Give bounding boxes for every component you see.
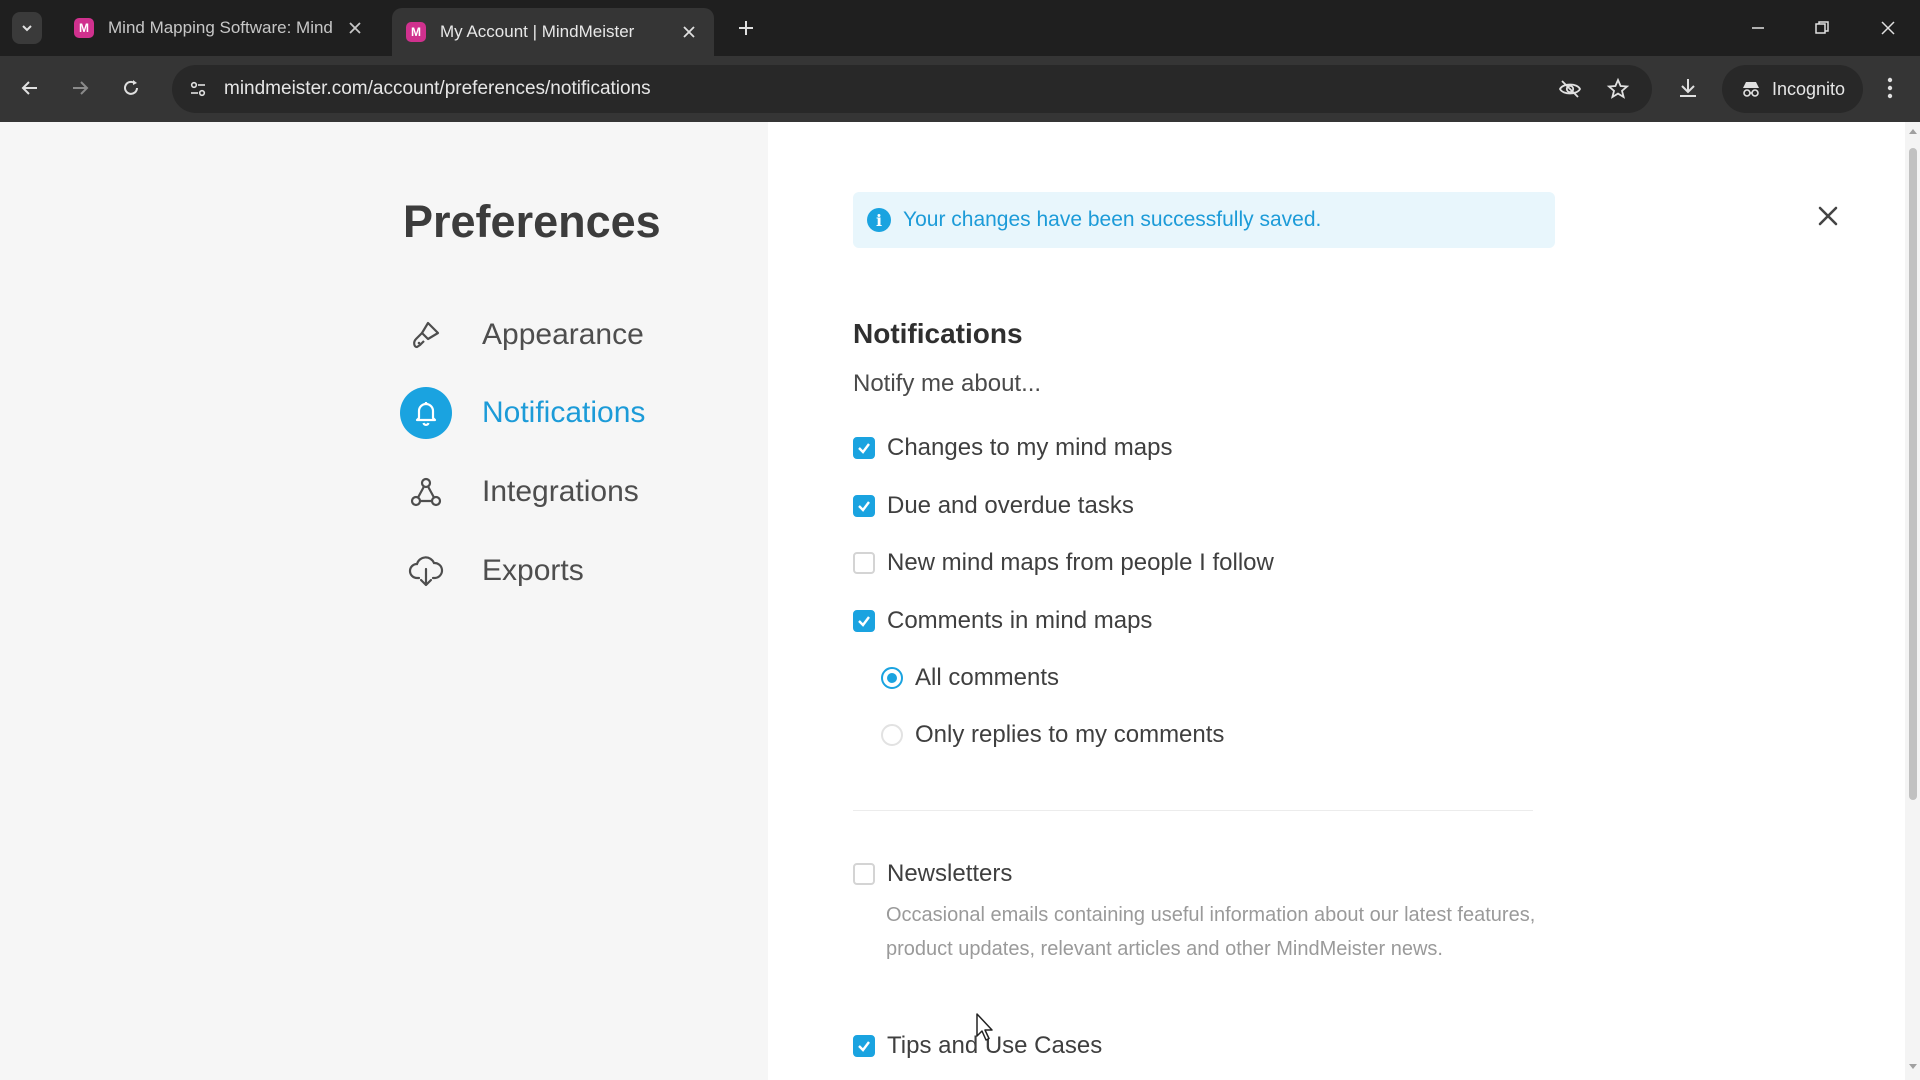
eye-off-icon[interactable]: [1556, 75, 1584, 103]
mindmeister-favicon-icon: M: [406, 22, 426, 42]
info-icon: i: [867, 208, 891, 232]
reload-icon: [124, 80, 138, 95]
page-scrollbar[interactable]: [1905, 122, 1920, 1080]
downloads-button[interactable]: [1670, 70, 1706, 106]
url-text[interactable]: mindmeister.com/account/preferences/noti…: [224, 78, 651, 100]
section-divider: [853, 810, 1533, 811]
sidebar-item-label: Exports: [482, 554, 584, 587]
checkbox-checked[interactable]: [853, 437, 875, 459]
site-settings-icon[interactable]: [182, 73, 214, 105]
more-vertical-icon: [1887, 77, 1893, 99]
radio-all-comments[interactable]: All comments: [881, 664, 1059, 692]
minimize-icon: [1752, 27, 1764, 29]
option-label: Due and overdue tasks: [887, 492, 1134, 519]
bookmark-star-icon[interactable]: [1604, 75, 1632, 103]
tab-title: My Account | MindMeister: [440, 22, 635, 41]
sidebar-item-notifications[interactable]: Notifications: [400, 385, 645, 441]
notify-intro-text: Notify me about...: [853, 370, 1042, 397]
section-title: Notifications: [853, 318, 1023, 349]
check-icon: [858, 443, 870, 454]
newsletters-description: Occasional emails containing useful info…: [886, 904, 1536, 960]
notifications-panel: i Your changes have been successfully sa…: [768, 122, 1905, 1080]
incognito-indicator[interactable]: Incognito: [1722, 65, 1864, 113]
checkbox-checked[interactable]: [853, 610, 875, 632]
tab-title: Mind Mapping Software: Mind: [108, 18, 333, 37]
new-tab-button[interactable]: [732, 14, 760, 42]
checkbox-unchecked[interactable]: [853, 863, 875, 885]
mouse-pointer-icon: [976, 1013, 993, 1041]
bell-icon: [400, 387, 452, 439]
incognito-label: Incognito: [1772, 78, 1846, 99]
scroll-down-icon[interactable]: [1908, 1062, 1918, 1072]
restore-window-button[interactable]: [1798, 8, 1846, 48]
forward-button[interactable]: [62, 70, 98, 106]
paint-brush-icon: [400, 309, 452, 361]
close-icon: [1881, 21, 1895, 35]
tab-my-account[interactable]: M My Account | MindMeister: [392, 8, 714, 56]
option-comments-in-mind-maps[interactable]: Comments in mind maps: [853, 607, 1152, 635]
close-preferences-button[interactable]: [1808, 196, 1848, 236]
sidebar-item-label: Notifications: [482, 396, 646, 429]
option-newsletters[interactable]: Newsletters: [853, 860, 1012, 888]
option-new-mind-maps-followed[interactable]: New mind maps from people I follow: [853, 549, 1274, 577]
checkbox-checked[interactable]: [853, 1035, 875, 1057]
scrollbar-thumb[interactable]: [1909, 148, 1917, 800]
check-icon: [858, 1041, 870, 1052]
address-bar[interactable]: mindmeister.com/account/preferences/noti…: [172, 65, 1652, 113]
tab-search-button[interactable]: [12, 12, 42, 44]
checkbox-checked[interactable]: [853, 495, 875, 517]
page-title: Preferences: [403, 196, 661, 247]
mindmeister-favicon-icon: M: [74, 18, 94, 38]
arrow-right-icon: [73, 81, 89, 95]
option-label: Newsletters: [887, 860, 1013, 887]
back-button[interactable]: [12, 70, 48, 106]
browser-toolbar: mindmeister.com/account/preferences/noti…: [0, 56, 1920, 122]
close-window-button[interactable]: [1864, 8, 1912, 48]
radio-only-replies[interactable]: Only replies to my comments: [881, 721, 1224, 749]
download-icon: [1680, 79, 1696, 97]
minimize-window-button[interactable]: [1734, 8, 1782, 48]
option-label: All comments: [915, 664, 1060, 691]
tab-mind-mapping-software[interactable]: M Mind Mapping Software: Mind: [60, 8, 380, 48]
option-label: Only replies to my comments: [915, 721, 1225, 748]
sidebar-item-label: Appearance: [482, 318, 644, 351]
option-label: Comments in mind maps: [887, 607, 1153, 634]
checkbox-unchecked[interactable]: [853, 552, 875, 574]
sidebar-item-label: Integrations: [482, 475, 639, 508]
success-banner: i Your changes have been successfully sa…: [853, 192, 1555, 248]
radio-selected[interactable]: [881, 667, 903, 689]
close-tab-icon[interactable]: [678, 21, 700, 43]
restore-icon: [1815, 21, 1829, 34]
success-message: Your changes have been successfully save…: [903, 208, 1322, 231]
option-changes-to-mind-maps[interactable]: Changes to my mind maps: [853, 434, 1172, 462]
option-due-overdue-tasks[interactable]: Due and overdue tasks: [853, 492, 1134, 520]
reload-button[interactable]: [113, 70, 149, 106]
check-icon: [858, 501, 870, 512]
sidebar-item-integrations[interactable]: Integrations: [400, 464, 639, 520]
check-icon: [858, 616, 870, 627]
sidebar-item-exports[interactable]: Exports: [400, 543, 584, 599]
sidebar-item-appearance[interactable]: Appearance: [400, 307, 644, 363]
preferences-page: Preferences Appearance Notifications Int…: [0, 122, 1920, 1080]
option-label: Changes to my mind maps: [887, 434, 1173, 461]
close-icon: [1818, 206, 1838, 226]
incognito-icon: [1743, 82, 1759, 97]
browser-tab-strip: M Mind Mapping Software: Mind M My Accou…: [0, 0, 1920, 56]
close-tab-icon[interactable]: [344, 17, 366, 39]
arrow-left-icon: [21, 81, 37, 95]
cloud-download-icon: [400, 545, 452, 597]
nodes-icon: [400, 466, 452, 518]
preferences-sidebar: Preferences Appearance Notifications Int…: [0, 122, 768, 1080]
radio-unselected[interactable]: [881, 724, 903, 746]
plus-icon: [739, 21, 753, 35]
scroll-up-icon[interactable]: [1908, 126, 1918, 136]
browser-menu-button[interactable]: [1872, 70, 1908, 106]
chevron-down-icon: [22, 25, 32, 32]
option-label: New mind maps from people I follow: [887, 549, 1274, 576]
